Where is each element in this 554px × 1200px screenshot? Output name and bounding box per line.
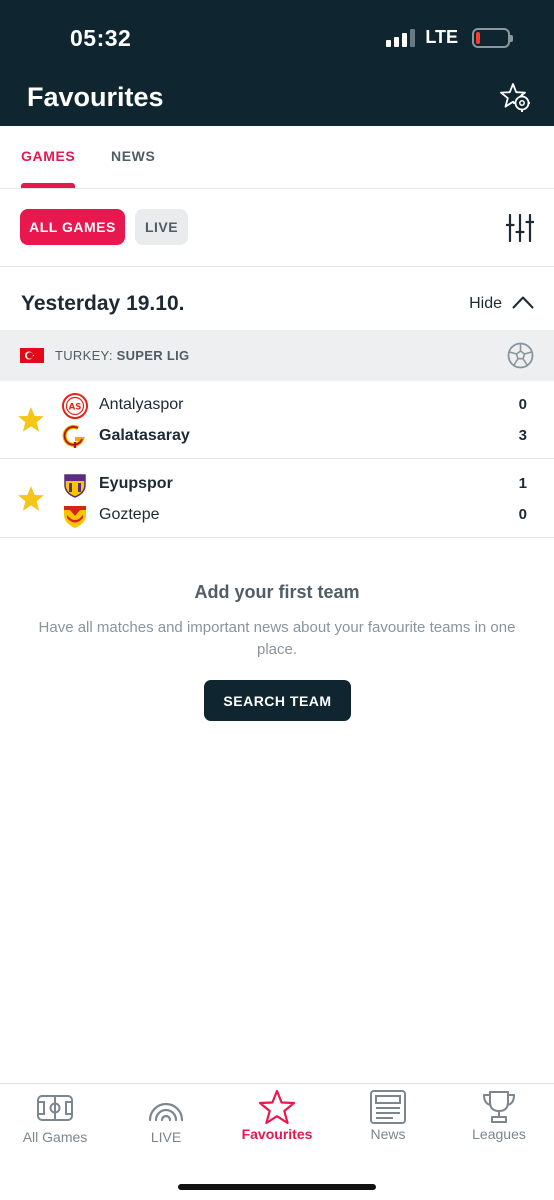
trophy-icon — [483, 1091, 515, 1123]
nav-label: Favourites — [241, 1126, 313, 1142]
home-team-score: 0 — [518, 396, 527, 413]
day-section-header: Yesterday 19.10. Hide — [0, 267, 554, 330]
nav-item-all-games[interactable]: All Games — [0, 1092, 110, 1158]
favourite-star-icon[interactable] — [17, 406, 45, 433]
all-games-filter-button[interactable]: ALL GAMES — [20, 209, 125, 245]
turkey-flag-icon — [20, 348, 44, 363]
away-team-score: 0 — [518, 506, 527, 523]
nav-label: News — [370, 1126, 406, 1142]
away-team-score: 3 — [518, 427, 527, 444]
content-tabs: GAMES NEWS — [0, 126, 554, 189]
league-country: TURKEY: — [55, 348, 117, 363]
home-team-name: Antalyaspor — [99, 396, 184, 413]
active-tab-indicator — [21, 183, 75, 188]
star-gear-icon[interactable] — [500, 82, 530, 112]
league-title: TURKEY: SUPER LIG — [55, 348, 189, 363]
tab-news[interactable]: NEWS — [111, 148, 155, 164]
empty-state-text: Have all matches and important news abou… — [38, 619, 516, 658]
goztepe-crest-icon — [64, 506, 86, 528]
match-row[interactable]: AS Antalyaspor 0 Galatasaray 3 — [0, 381, 554, 459]
status-time: 05:32 — [70, 25, 132, 51]
nav-item-news[interactable]: News — [333, 1090, 443, 1158]
svg-text:AS: AS — [69, 403, 82, 413]
star-icon — [258, 1089, 296, 1125]
hide-toggle[interactable]: Hide — [469, 295, 502, 313]
pitch-icon — [37, 1095, 73, 1121]
filter-bar: ALL GAMES LIVE — [0, 189, 554, 267]
nav-label: All Games — [22, 1129, 88, 1145]
live-signal-icon — [148, 1102, 184, 1122]
empty-state-title: Add your first team — [194, 582, 360, 602]
nav-item-favourites[interactable]: Favourites — [222, 1089, 332, 1158]
antalyaspor-crest-icon: AS — [62, 393, 88, 419]
home-indicator[interactable] — [178, 1184, 376, 1190]
signal-icon — [386, 28, 416, 47]
league-name: SUPER LIG — [116, 348, 190, 363]
favourite-star-icon[interactable] — [17, 485, 45, 512]
nav-label: Leagues — [472, 1126, 526, 1142]
newspaper-icon — [370, 1090, 406, 1124]
home-team: Eyupspor 1 — [62, 472, 532, 498]
status-indicators: LTE — [386, 27, 513, 48]
galatasaray-crest-icon — [62, 424, 85, 448]
app-header: 05:32 LTE Favourites — [0, 0, 554, 126]
sliders-icon[interactable] — [506, 213, 534, 243]
away-team: Goztepe 0 — [62, 503, 532, 529]
match-row[interactable]: Eyupspor 1 Goztepe 0 — [0, 460, 554, 538]
page-title: Favourites — [27, 82, 164, 112]
network-type: LTE — [425, 27, 458, 47]
nav-label: LIVE — [150, 1129, 182, 1145]
home-team-score: 1 — [518, 475, 527, 492]
league-header[interactable]: TURKEY: SUPER LIG — [0, 330, 554, 381]
home-team-name: Eyupspor — [99, 475, 173, 492]
search-team-button[interactable]: SEARCH TEAM — [204, 680, 351, 721]
nav-item-live[interactable]: LIVE — [111, 1092, 221, 1158]
football-icon — [507, 342, 534, 369]
bottom-navigation: All Games LIVE Favourites News Leagues — [0, 1083, 554, 1200]
date-label: Yesterday 19.10. — [21, 292, 185, 315]
nav-item-leagues[interactable]: Leagues — [444, 1091, 554, 1158]
live-filter-button[interactable]: LIVE — [135, 209, 188, 245]
away-team: Galatasaray 3 — [62, 424, 532, 450]
away-team-name: Goztepe — [99, 506, 160, 523]
away-team-name: Galatasaray — [99, 427, 190, 444]
chevron-up-icon[interactable] — [512, 295, 534, 309]
battery-icon — [472, 27, 513, 48]
tab-games[interactable]: GAMES — [21, 148, 75, 164]
eyupspor-crest-icon — [64, 474, 86, 498]
home-team: AS Antalyaspor 0 — [62, 393, 532, 419]
